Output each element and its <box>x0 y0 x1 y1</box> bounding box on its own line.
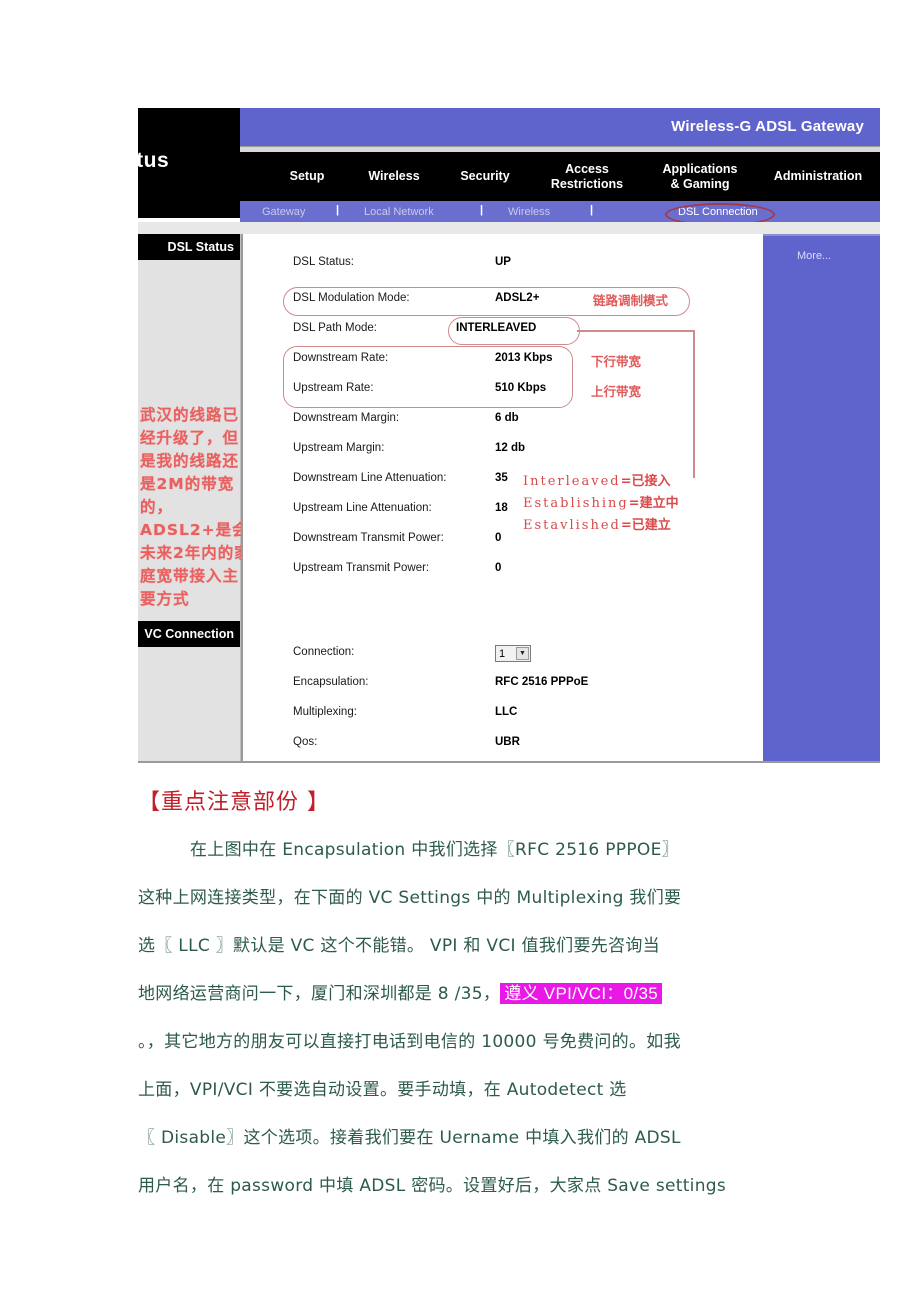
paragraph-line-3: 选〖 LLC 〗默认是 VC 这个不能错。 VPI 和 VCI 值我们要先咨询当 <box>138 936 660 956</box>
nav-tab-wireless-label: Wireless <box>368 169 420 184</box>
row-upstream-transmit-power-label: Upstream Transmit Power: <box>293 562 430 574</box>
chevron-down-icon: ▼ <box>516 647 529 660</box>
row-qos-value: UBR <box>495 736 520 748</box>
row-upstream-rate-value: 510 Kbps <box>495 382 547 394</box>
nav-tab-setup-label: Setup <box>289 169 325 184</box>
annotation-line-vertical <box>693 330 695 478</box>
connection-select-value: 1 <box>499 647 506 660</box>
row-downstream-margin-label: Downstream Margin: <box>293 412 400 424</box>
row-encapsulation-value: RFC 2516 PPPoE <box>495 676 589 688</box>
subnav-item-local-network[interactable]: Local Network <box>364 204 434 220</box>
subnav-local-network-label: Local Network <box>364 206 434 218</box>
router-admin-screenshot: atus Wireless-G ADSL Gateway Setup Wirel… <box>138 108 880 763</box>
subnav-separator-1: | <box>336 204 340 216</box>
row-dsl-path-mode-value: INTERLEAVED <box>456 322 537 334</box>
row-upstream-transmit-power-value: 0 <box>495 562 502 574</box>
row-upstream-margin-label: Upstream Margin: <box>293 442 385 454</box>
paragraph-line-7: 〖 Disable〗这个选项。接着我们要在 Uername 中填入我们的 ADS… <box>138 1128 681 1148</box>
nav-tab-access-restrictions-label: Access Restrictions <box>550 162 624 191</box>
row-downstream-transmit-power-value: 0 <box>495 532 502 544</box>
row-dsl-path-mode-label: DSL Path Mode: <box>293 322 377 334</box>
row-downstream-transmit-power-label: Downstream Transmit Power: <box>293 532 444 544</box>
nav-tab-setup[interactable]: Setup <box>268 152 346 201</box>
paragraph-line-8: 用户名，在 password 中填 ADSL 密码。设置好后，大家点 Save … <box>138 1176 727 1196</box>
annotation-upstream-note: 上行带宽 <box>591 384 642 399</box>
dsl-status-pane: DSL Status: UP DSL Modulation Mode: ADSL… <box>241 234 763 763</box>
paragraph-line-4-text: 地网络运营商问一下，厦门和深圳都是 8 /35， <box>138 984 501 1004</box>
nav-tab-wireless[interactable]: Wireless <box>348 152 440 201</box>
row-dsl-modulation-mode-value: ADSL2+ <box>495 292 540 304</box>
nav-tab-applications-gaming[interactable]: Applications & Gaming <box>644 152 756 201</box>
row-multiplexing-label: Multiplexing: <box>293 706 357 718</box>
nav-tab-administration[interactable]: Administration <box>758 152 878 201</box>
subnav-item-gateway[interactable]: Gateway <box>262 204 305 220</box>
annotation-line-horizontal <box>577 330 695 332</box>
help-sidebar: More... <box>763 234 880 763</box>
annotation-legend-interleaved-cn: =已接入 <box>620 474 671 489</box>
brand-banner: Wireless-G ADSL Gateway <box>240 108 880 146</box>
annotation-downstream-note: 下行带宽 <box>591 354 642 369</box>
highlighted-vpi-vci: 遵义 VPI/VCI：0/35 <box>500 983 662 1004</box>
subnav-separator-2: | <box>480 204 484 216</box>
paragraph-line-5: 。，其它地方的朋友可以直接打电话到电信的 10000 号免费问的。如我 <box>138 1032 681 1052</box>
section-label-vc-connection: VC Connection <box>138 621 240 647</box>
black-header-strip: atus <box>138 108 240 218</box>
content-top-gap <box>138 222 880 234</box>
nav-tab-security[interactable]: Security <box>440 152 530 201</box>
row-encapsulation-label: Encapsulation: <box>293 676 369 688</box>
annotation-legend-estavlished: Estavlished=已建立 <box>523 514 671 533</box>
main-navigation: Setup Wireless Security Access Restricti… <box>240 152 880 201</box>
annotation-legend-establishing-cn: =建立中 <box>628 496 679 511</box>
annotation-legend-estavlished-cn: =已建立 <box>620 518 671 533</box>
nav-tab-administration-label: Administration <box>773 169 863 184</box>
paragraph-line-1-text: 在上图中在 Encapsulation 中我们选择〖RFC 2516 PPPOE… <box>190 840 679 860</box>
nav-tab-security-label: Security <box>460 169 510 184</box>
subnav-item-dsl-connection[interactable]: DSL Connection <box>678 204 758 220</box>
cropped-status-title: atus <box>138 149 170 172</box>
subnav-item-wireless[interactable]: Wireless <box>508 204 550 220</box>
document-body: 【重点注意部份 】 在上图中在 Encapsulation 中我们选择〖RFC … <box>0 780 920 1210</box>
row-downstream-rate-label: Downstream Rate: <box>293 352 389 364</box>
document-heading: 【重点注意部份 】 <box>138 790 330 815</box>
row-connection-label: Connection: <box>293 646 355 658</box>
nav-tab-applications-gaming-label: Applications & Gaming <box>662 162 738 191</box>
paragraph-line-6: 上面，VPI/VCI 不要选自动设置。要手动填，在 Autodetect 选 <box>138 1080 627 1100</box>
row-qos-label: Qos: <box>293 736 318 748</box>
product-title: Wireless-G ADSL Gateway <box>671 118 864 135</box>
paragraph-line-2: 这种上网连接类型，在下面的 VC Settings 中的 Multiplexin… <box>138 888 682 908</box>
annotation-legend-interleaved: Interleaved=已接入 <box>523 470 671 489</box>
row-downstream-line-attenuation-value: 35 <box>495 472 508 484</box>
subnav-separator-3: | <box>590 204 594 216</box>
section-label-dsl-status: DSL Status <box>138 234 240 260</box>
row-multiplexing-value: LLC <box>495 706 518 718</box>
annotation-legend-interleaved-en: Interleaved <box>523 474 621 489</box>
paragraph-line-1: 在上图中在 Encapsulation 中我们选择〖RFC 2516 PPPOE… <box>0 826 920 874</box>
annotation-legend-establishing-en: Establishing <box>523 496 629 511</box>
subnav-wireless-label: Wireless <box>508 206 551 218</box>
subnav-gateway-label: Gateway <box>262 206 306 218</box>
annotation-legend-establishing: Establishing=建立中 <box>523 492 679 511</box>
sub-navigation: Gateway | Local Network | Wireless | DSL… <box>240 201 880 222</box>
row-upstream-margin-value: 12 db <box>495 442 526 454</box>
row-dsl-modulation-mode-label: DSL Modulation Mode: <box>293 292 410 304</box>
row-downstream-line-attenuation-label: Downstream Line Attenuation: <box>293 472 447 484</box>
row-upstream-rate-label: Upstream Rate: <box>293 382 374 394</box>
annotation-legend-estavlished-en: Estavlished <box>523 518 621 533</box>
annotation-modulation-note: 链路调制模式 <box>593 293 669 308</box>
row-downstream-margin-value: 6 db <box>495 412 519 424</box>
screenshot-bottom-border <box>138 761 880 763</box>
left-section-column: DSL Status VC Connection 武汉的线路已经升级了，但是我的… <box>138 234 250 763</box>
annotation-red-chinese-note: 武汉的线路已经升级了，但是我的线路还是2M的带宽的，ADSL2+是会未来2年内的… <box>140 406 251 608</box>
row-upstream-line-attenuation-label: Upstream Line Attenuation: <box>293 502 432 514</box>
row-downstream-rate-value: 2013 Kbps <box>495 352 553 364</box>
more-link[interactable]: More... <box>797 250 831 262</box>
nav-tab-access-restrictions[interactable]: Access Restrictions <box>532 152 642 201</box>
row-dsl-status-label: DSL Status: <box>293 256 354 268</box>
subnav-dsl-connection-label: DSL Connection <box>678 206 758 218</box>
row-dsl-status-value: UP <box>495 256 511 268</box>
row-upstream-line-attenuation-value: 18 <box>495 502 508 514</box>
paragraph-line-4: 地网络运营商问一下，厦门和深圳都是 8 /35， 遵义 VPI/VCI：0/35 <box>0 970 920 1018</box>
connection-select[interactable]: 1 ▼ <box>495 645 531 662</box>
